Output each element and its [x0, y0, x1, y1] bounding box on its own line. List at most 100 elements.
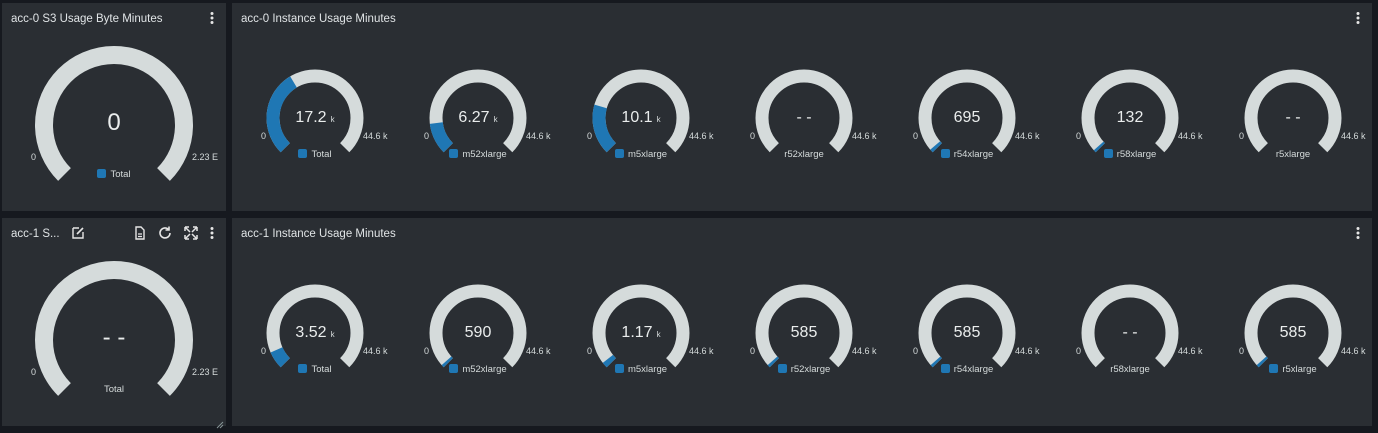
gauge-fill: [767, 356, 779, 368]
legend-label: r58xlarge: [1110, 364, 1150, 375]
kebab-menu-icon[interactable]: [206, 226, 218, 240]
gauge-value-text: 0: [107, 109, 121, 136]
gauge-legend[interactable]: r52xlarge: [724, 149, 884, 160]
gauge-legend[interactable]: Total: [4, 384, 224, 395]
gauge-legend[interactable]: Total: [235, 149, 395, 160]
gauge-min-label: 0: [1076, 131, 1082, 141]
gauge-legend[interactable]: r54xlarge: [887, 149, 1047, 160]
gauge-value-text: 3.52: [295, 324, 327, 341]
legend-label: m5xlarge: [627, 364, 668, 375]
gauge-value-text: 1.17: [621, 324, 653, 341]
gauge-value: 0: [4, 109, 224, 137]
gauge-value-text: 10.1: [621, 109, 653, 126]
gauge-min-label: 0: [913, 131, 919, 141]
gauge-value-text: 695: [953, 109, 981, 126]
edit-icon[interactable]: [70, 225, 86, 241]
gauge-min-label: 0: [31, 367, 37, 377]
resize-handle-icon[interactable]: [216, 416, 224, 429]
gauge-max-label: 44.6 k: [1178, 346, 1203, 356]
kebab-menu-icon[interactable]: [1352, 11, 1364, 25]
gauge-legend[interactable]: r58xlarge: [1050, 364, 1210, 375]
legend-swatch: [298, 364, 308, 373]
file-icon[interactable]: [132, 225, 148, 241]
gauge-min-label: 0: [750, 131, 756, 141]
widget-instance-usage: acc-1 Instance Usage Minutes 3.52 k 0 44.6 k…: [232, 218, 1372, 426]
gauge-value: 6.27 k: [398, 109, 558, 127]
gauge-s3-total: 0 0 2.23 E Total: [4, 43, 224, 193]
legend-swatch: [614, 364, 624, 373]
gauge-r52xlarge: 585 0 44.6 k r52xlarge: [724, 278, 884, 388]
gauge-legend[interactable]: m5xlarge: [561, 149, 721, 160]
legend-label: r5xlarge: [1275, 149, 1311, 160]
legend-swatch: [940, 149, 950, 158]
gauge-fill: [270, 346, 291, 368]
gauge-value: - -: [4, 324, 224, 352]
gauge-value: 10.1 k: [561, 109, 721, 127]
gauge-m52xlarge: 6.27 k 0 44.6 k m52xlarge: [398, 63, 558, 173]
widget-title: acc-1 S...: [11, 228, 60, 240]
gauge-r54xlarge: 695 0 44.6 k r54xlarge: [887, 63, 1047, 173]
gauge-max-label: 44.6 k: [1341, 346, 1366, 356]
gauge-max-label: 2.23 E: [192, 152, 219, 162]
gauge-value-text: - -: [1285, 109, 1301, 126]
gauge-max-label: 44.6 k: [1178, 131, 1203, 141]
gauge-max-label: 44.6 k: [852, 131, 877, 141]
kebab-menu-icon[interactable]: [1352, 226, 1364, 240]
gauge-legend[interactable]: r54xlarge: [887, 364, 1047, 375]
legend-swatch: [97, 169, 107, 178]
gauge-m52xlarge: 590 0 44.6 k m52xlarge: [398, 278, 558, 388]
gauge-max-label: 44.6 k: [363, 131, 388, 141]
gauge-value-text: 585: [953, 324, 981, 341]
gauge-max-label: 44.6 k: [689, 131, 714, 141]
gauge-value-text: 585: [1279, 324, 1307, 341]
refresh-icon[interactable]: [157, 225, 173, 241]
gauge-max-label: 44.6 k: [526, 131, 551, 141]
widget-title: acc-0 S3 Usage Byte Minutes: [11, 13, 163, 25]
gauge-min-label: 0: [587, 346, 593, 356]
legend-label: r54xlarge: [953, 364, 994, 375]
legend-label: r52xlarge: [784, 149, 824, 160]
legend-swatch: [777, 364, 787, 373]
gauge-value: 132: [1050, 109, 1210, 127]
widget-s3-usage: acc-0 S3 Usage Byte Minutes 0 0 2.23 E Total: [2, 3, 226, 211]
gauge-fill: [930, 141, 942, 153]
gauge-value: 3.52 k: [235, 324, 395, 342]
gauge-legend[interactable]: r5xlarge: [1213, 149, 1373, 160]
gauge-legend[interactable]: m52xlarge: [398, 364, 558, 375]
gauge-legend[interactable]: Total: [235, 364, 395, 375]
legend-label: r52xlarge: [790, 364, 831, 375]
gauge-legend[interactable]: Total: [4, 169, 224, 180]
legend-swatch: [1269, 364, 1279, 373]
legend-label: Total: [110, 169, 131, 180]
gauge-legend[interactable]: r58xlarge: [1050, 149, 1210, 160]
gauge-unit: k: [330, 115, 335, 124]
gauge-value-text: - -: [102, 324, 126, 351]
gauge-legend[interactable]: m5xlarge: [561, 364, 721, 375]
gauge-value: - -: [1050, 324, 1210, 342]
gauge-s3-total: - - 0 2.23 E Total: [4, 258, 224, 408]
gauge-legend[interactable]: r5xlarge: [1213, 364, 1373, 375]
gauge-r58xlarge: 132 0 44.6 k r58xlarge: [1050, 63, 1210, 173]
legend-label: r54xlarge: [953, 149, 994, 160]
gauge-legend[interactable]: m52xlarge: [398, 149, 558, 160]
expand-icon[interactable]: [183, 225, 199, 241]
gauge-value: 695: [887, 109, 1047, 127]
gauge-r5xlarge: 585 0 44.6 k r5xlarge: [1213, 278, 1373, 388]
kebab-menu-icon[interactable]: [206, 11, 218, 25]
gauge-r52xlarge: - - 0 44.6 k r52xlarge: [724, 63, 884, 173]
legend-swatch: [614, 149, 624, 158]
gauge-value-text: 585: [790, 324, 818, 341]
gauge-r5xlarge: - - 0 44.6 k r5xlarge: [1213, 63, 1373, 173]
gauge-max-label: 44.6 k: [526, 346, 551, 356]
gauge-value: 585: [724, 324, 884, 342]
gauge-fill: [930, 356, 942, 368]
gauge-min-label: 0: [1239, 346, 1245, 356]
widget-title: acc-1 Instance Usage Minutes: [241, 228, 396, 240]
gauge-min-label: 0: [261, 131, 267, 141]
legend-label: Total: [311, 364, 332, 375]
gauge-min-label: 0: [424, 346, 430, 356]
widget-title: acc-0 Instance Usage Minutes: [241, 13, 396, 25]
gauge-max-label: 2.23 E: [192, 367, 219, 377]
legend-label: r5xlarge: [1282, 364, 1317, 375]
gauge-legend[interactable]: r52xlarge: [724, 364, 884, 375]
